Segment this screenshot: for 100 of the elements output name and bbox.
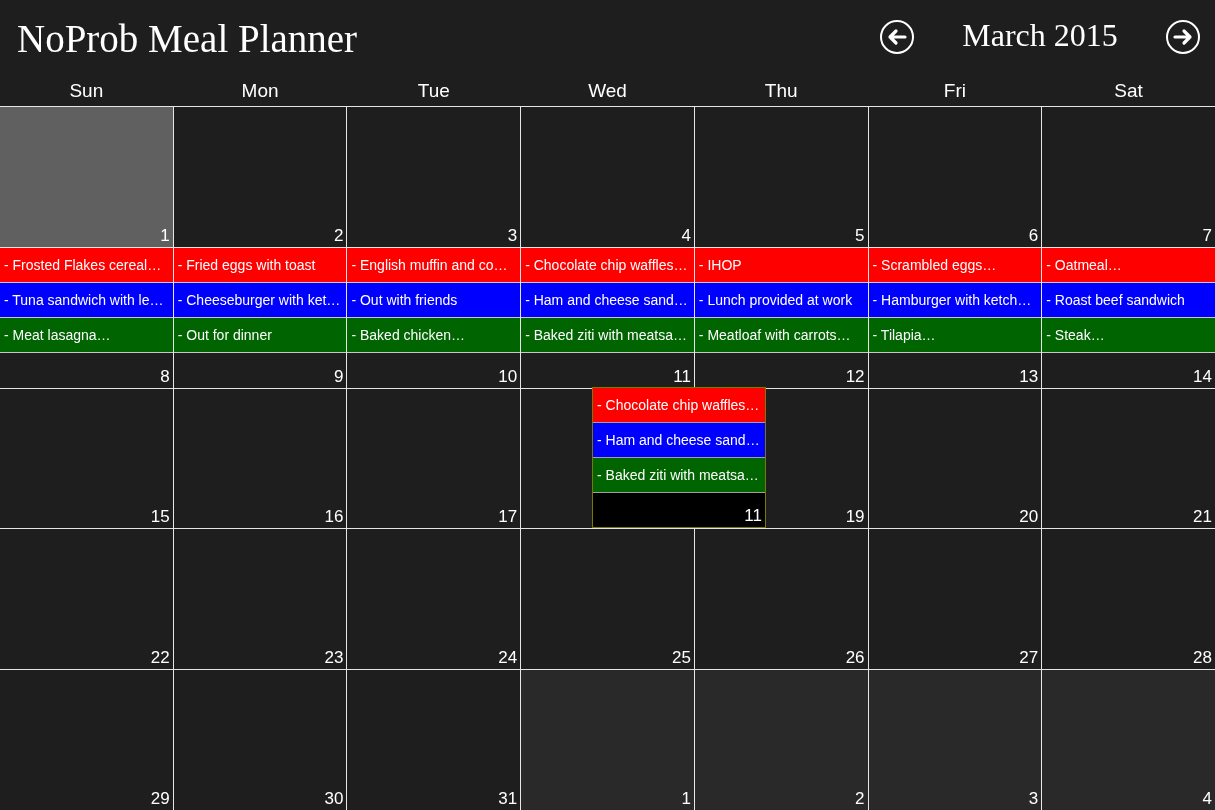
day-number: 16 bbox=[324, 507, 345, 529]
day-number: 29 bbox=[150, 789, 171, 810]
day-cell[interactable]: 15 bbox=[0, 388, 173, 529]
day-number: 2 bbox=[855, 789, 866, 810]
meal-entry[interactable]: - Frosted Flakes cereal… bbox=[0, 247, 173, 283]
day-cell[interactable]: - IHOP - Lunch provided at work - Meatloaf with carrots… 12 bbox=[694, 247, 868, 388]
day-cell[interactable]: 22 bbox=[0, 529, 173, 670]
meal-entry[interactable]: - Roast beef sandwich bbox=[1042, 282, 1215, 318]
day-number: 4 bbox=[681, 225, 692, 247]
day-number: 3 bbox=[507, 225, 519, 247]
day-number: 5 bbox=[855, 225, 866, 247]
day-number: 19 bbox=[845, 507, 866, 529]
day-cell[interactable]: - Fried eggs with toast - Cheeseburger with ket… - Out for dinner 9 bbox=[173, 247, 347, 388]
meal-entry[interactable]: - Baked ziti with meatsa… bbox=[593, 458, 765, 493]
day-cell[interactable]: 29 bbox=[0, 670, 173, 810]
weekday-label: Fri bbox=[942, 79, 967, 103]
meal-entry[interactable]: - Chocolate chip waffles… bbox=[593, 388, 765, 423]
meal-entry[interactable]: - Baked ziti with meatsa… bbox=[521, 317, 694, 353]
day-number: 14 bbox=[1193, 366, 1213, 388]
day-number: 23 bbox=[324, 648, 345, 670]
day-number: 22 bbox=[150, 648, 171, 670]
meal-entry[interactable]: - Meatloaf with carrots… bbox=[694, 317, 868, 353]
day-cell[interactable]: 2 bbox=[173, 107, 347, 247]
meal-entry[interactable]: - Ham and cheese sand… bbox=[521, 282, 694, 318]
meal-entry[interactable]: - Tilapia… bbox=[868, 317, 1042, 353]
meal-entry[interactable]: - Meat lasagna… bbox=[0, 317, 173, 353]
day-number: 25 bbox=[671, 648, 692, 670]
day-number: 17 bbox=[498, 507, 519, 529]
meal-entry[interactable]: - Fried eggs with toast bbox=[173, 247, 347, 283]
day-number: 2 bbox=[333, 225, 345, 247]
day-cell[interactable]: 30 bbox=[173, 670, 347, 810]
day-number: 30 bbox=[324, 789, 345, 810]
day-cell[interactable]: - Scrambled eggs… - Hamburger with ketch… - Tilapia… 13 bbox=[868, 247, 1042, 388]
day-cell[interactable]: 27 bbox=[868, 529, 1042, 670]
day-number: 3 bbox=[1028, 789, 1040, 810]
day-number: 11 bbox=[744, 506, 763, 527]
meal-entry[interactable]: - Cheeseburger with ket… bbox=[173, 282, 347, 318]
day-number: 28 bbox=[1193, 648, 1213, 670]
meal-entry[interactable]: - Out for dinner bbox=[173, 317, 347, 353]
weekday-label: Sun bbox=[68, 79, 105, 103]
day-cell[interactable]: 1 bbox=[0, 107, 173, 247]
day-cell[interactable]: 3 bbox=[868, 670, 1042, 810]
meal-entry[interactable]: - Steak… bbox=[1042, 317, 1215, 353]
weekday-label: Wed bbox=[587, 79, 628, 103]
meal-entry[interactable]: - Chocolate chip waffles… bbox=[521, 247, 694, 283]
day-number: 27 bbox=[1019, 648, 1040, 670]
day-number: 10 bbox=[498, 366, 519, 388]
meal-entry[interactable]: - Ham and cheese sand… bbox=[593, 423, 765, 458]
weekday-label: Thu bbox=[763, 79, 799, 103]
day-cell[interactable]: 4 bbox=[1042, 670, 1215, 810]
day-cell[interactable]: - English muffin and co… - Out with friends - Baked chicken… 10 bbox=[347, 247, 521, 388]
meal-entry[interactable]: - Baked chicken… bbox=[347, 317, 521, 353]
day-number: 12 bbox=[845, 366, 866, 388]
day-cell[interactable]: 25 bbox=[521, 529, 694, 670]
meal-entry[interactable]: - Scrambled eggs… bbox=[868, 247, 1042, 283]
day-cell[interactable]: 1 bbox=[521, 670, 694, 810]
day-cell[interactable]: 31 bbox=[347, 670, 521, 810]
meal-entry[interactable]: - Hamburger with ketch… bbox=[868, 282, 1042, 318]
day-cell[interactable]: 4 bbox=[521, 107, 694, 247]
day-number: 26 bbox=[845, 648, 866, 670]
day-cell[interactable]: 21 bbox=[1042, 388, 1215, 529]
meal-entry[interactable]: - IHOP bbox=[694, 247, 868, 283]
day-number: 13 bbox=[1019, 366, 1040, 388]
day-cell[interactable]: 7 bbox=[1042, 107, 1215, 247]
day-cell[interactable]: - Chocolate chip waffles… - Ham and cheese sand… - Baked ziti with meatsa… 11 bbox=[521, 247, 694, 388]
day-cell[interactable]: 2 bbox=[694, 670, 868, 810]
day-cell[interactable]: 17 bbox=[347, 388, 521, 529]
day-cell[interactable]: 26 bbox=[694, 529, 868, 670]
day-cell[interactable]: 28 bbox=[1042, 529, 1215, 670]
day-cell[interactable]: 23 bbox=[173, 529, 347, 670]
day-cell[interactable]: 20 bbox=[868, 388, 1042, 529]
day-number: 6 bbox=[1028, 225, 1040, 247]
day-number: 8 bbox=[160, 366, 171, 388]
meal-entry[interactable]: - Tuna sandwich with le… bbox=[0, 282, 173, 318]
day-number: 24 bbox=[498, 648, 519, 670]
day-number: 21 bbox=[1193, 507, 1213, 529]
meal-entry[interactable]: - Out with friends bbox=[347, 282, 521, 318]
day-number: 15 bbox=[150, 507, 171, 529]
weekday-label: Mon bbox=[240, 79, 280, 103]
day-number: 1 bbox=[160, 225, 171, 247]
month-label: March 2015 bbox=[961, 18, 1119, 52]
day-cell[interactable]: 5 bbox=[694, 107, 868, 247]
meal-entry[interactable]: - Lunch provided at work bbox=[694, 282, 868, 318]
day-popup[interactable]: - Chocolate chip waffles… - Ham and cheese sand… - Baked ziti with meatsa… 11 bbox=[592, 387, 766, 528]
weekday-label: Tue bbox=[416, 79, 451, 103]
day-number: 9 bbox=[333, 366, 345, 388]
day-cell[interactable]: 16 bbox=[173, 388, 347, 529]
day-number: 20 bbox=[1019, 507, 1040, 529]
day-cell[interactable]: - Frosted Flakes cereal… - Tuna sandwich with le… - Meat lasagna… 8 bbox=[0, 247, 173, 388]
day-cell[interactable]: - Oatmeal… - Roast beef sandwich - Steak… 14 bbox=[1042, 247, 1215, 388]
meal-entry[interactable]: - English muffin and co… bbox=[347, 247, 521, 283]
day-cell[interactable]: 24 bbox=[347, 529, 521, 670]
day-number: 11 bbox=[673, 366, 692, 388]
app-title: NoProb Meal Planner bbox=[17, 17, 358, 61]
day-cell[interactable]: 6 bbox=[868, 107, 1042, 247]
day-cell[interactable]: 3 bbox=[347, 107, 521, 247]
weekday-label: Sat bbox=[1113, 79, 1144, 103]
day-number: 31 bbox=[498, 789, 519, 810]
day-number: 4 bbox=[1202, 789, 1213, 810]
meal-entry[interactable]: - Oatmeal… bbox=[1042, 247, 1215, 283]
